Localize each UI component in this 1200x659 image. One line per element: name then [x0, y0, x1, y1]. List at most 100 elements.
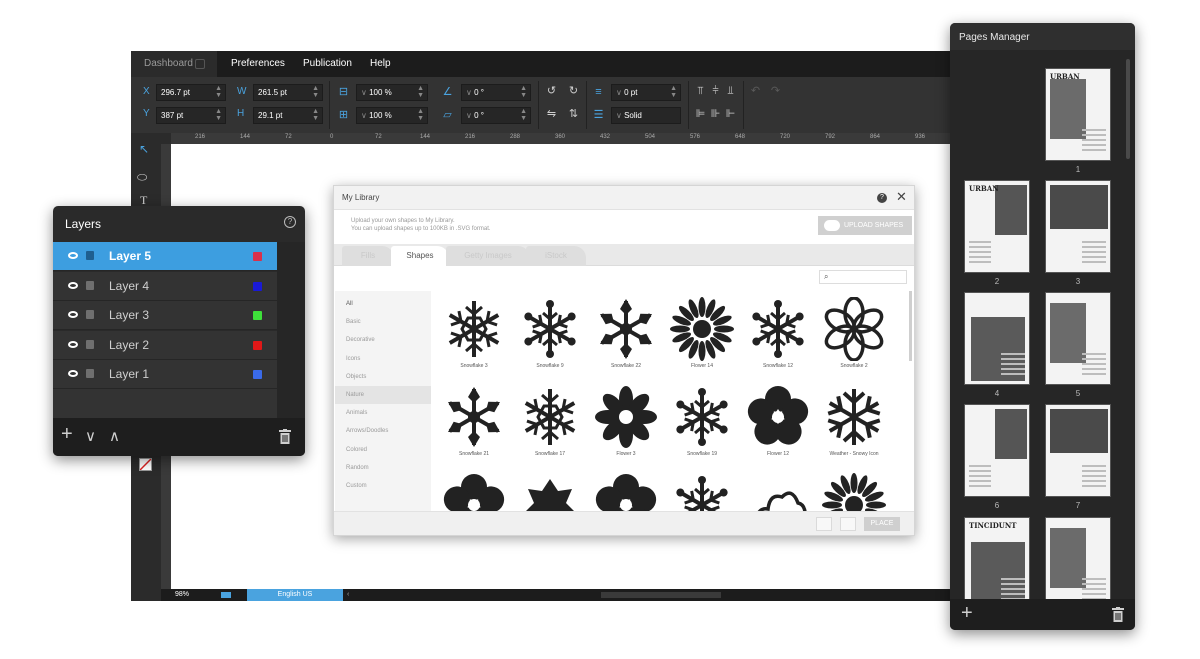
shape-tile[interactable]: Snowflake 9	[512, 293, 588, 383]
shape-tile[interactable]: Snowflake 21	[436, 381, 512, 471]
tab-fills[interactable]: Fills	[342, 246, 394, 266]
flip-horizontal-icon[interactable]: ⇋	[545, 109, 558, 120]
page-thumbnail[interactable]	[964, 404, 1030, 497]
stepper-icon[interactable]: ▲ ▼	[417, 108, 424, 122]
stepper-icon[interactable]: ▲ ▼	[312, 85, 319, 99]
align-top-icon[interactable]: ⫪	[694, 86, 707, 97]
flip-vertical-icon[interactable]: ⇅	[567, 109, 580, 120]
stepper-icon[interactable]: ▲ ▼	[312, 108, 319, 122]
layer-row[interactable]: Layer 5	[53, 242, 277, 271]
visibility-eye-icon[interactable]	[68, 281, 78, 289]
visibility-eye-icon[interactable]	[68, 252, 78, 259]
page-thumbnail[interactable]	[1045, 404, 1111, 497]
pages-scrollbar[interactable]	[1126, 59, 1130, 159]
collapse-icon[interactable]: ‹	[347, 589, 349, 601]
menu-publication[interactable]: Publication	[303, 51, 352, 77]
align-middle-icon[interactable]: ⫩	[709, 86, 722, 97]
zoom-level[interactable]: 98%	[175, 589, 189, 601]
category-item[interactable]: All	[335, 295, 431, 313]
rotate-right-icon[interactable]: ↻	[567, 86, 580, 97]
view-toggle-icon[interactable]	[840, 517, 856, 531]
move-up-icon[interactable]: ∧	[109, 427, 120, 447]
category-item[interactable]: Decorative	[335, 331, 431, 349]
lock-icon[interactable]	[86, 310, 94, 319]
category-item[interactable]: Basic	[335, 313, 431, 331]
undo-icon[interactable]: ↶	[749, 86, 762, 97]
shape-tile[interactable]	[816, 469, 892, 511]
help-icon[interactable]: ?	[877, 193, 887, 203]
upload-shapes-button[interactable]: UPLOAD SHAPES	[818, 216, 912, 235]
page-thumbnail[interactable]	[1045, 517, 1111, 610]
visibility-eye-icon[interactable]	[68, 370, 78, 377]
stepper-icon[interactable]: ▲ ▼	[520, 85, 527, 99]
shape-tile[interactable]: Flower 12	[740, 381, 816, 471]
shape-tile[interactable]	[436, 469, 512, 511]
stepper-icon[interactable]: ▲ ▼	[215, 108, 222, 122]
stepper-icon[interactable]: ▲ ▼	[670, 85, 677, 99]
lock-icon[interactable]	[86, 369, 94, 378]
stroke-width-field[interactable]: ∨ 0 pt ▲ ▼	[611, 84, 681, 101]
menu-dashboard[interactable]: Dashboard	[131, 51, 217, 77]
stepper-icon[interactable]: ▲ ▼	[417, 85, 424, 99]
category-item[interactable]: Objects	[335, 368, 431, 386]
move-down-icon[interactable]: ∨	[85, 427, 96, 447]
add-layer-icon[interactable]: +	[61, 424, 73, 444]
scale-height-field[interactable]: ∨ 100 % ▲ ▼	[356, 107, 428, 124]
shape-tile[interactable]: Snowflake 19	[664, 381, 740, 471]
shapes-scrollbar[interactable]	[909, 291, 912, 361]
redo-icon[interactable]: ↷	[769, 86, 782, 97]
search-input[interactable]: ⌕	[819, 270, 907, 284]
stepper-icon[interactable]: ▲ ▼	[520, 108, 527, 122]
shape-tool-icon[interactable]: ⬭	[137, 170, 147, 185]
layer-row[interactable]: Layer 3	[53, 301, 277, 330]
view-toggle-icon[interactable]	[816, 517, 832, 531]
shape-tile[interactable]	[588, 469, 664, 511]
add-page-icon[interactable]: +	[961, 603, 973, 623]
y-field[interactable]: 387 pt ▲ ▼	[156, 107, 226, 124]
menu-help[interactable]: Help	[370, 51, 391, 77]
skew-field[interactable]: ∨ 0 ° ▲ ▼	[461, 107, 531, 124]
layer-row[interactable]: Layer 2	[53, 330, 277, 360]
category-item[interactable]: Animals	[335, 404, 431, 422]
visibility-eye-icon[interactable]	[68, 311, 78, 318]
rotation-field[interactable]: ∨ 0 ° ▲ ▼	[461, 84, 531, 101]
shape-tile[interactable]: Snowflake 17	[512, 381, 588, 471]
menu-preferences[interactable]: Preferences	[231, 51, 285, 77]
rotate-left-icon[interactable]: ↺	[545, 86, 558, 97]
page-thumbnail[interactable]: URBAN	[1045, 68, 1111, 161]
no-fill-icon[interactable]	[139, 458, 152, 471]
category-item[interactable]: Colored	[335, 441, 431, 459]
shape-tile[interactable]	[740, 469, 816, 511]
category-item[interactable]: Arrows/Doodles	[335, 422, 431, 440]
lock-icon[interactable]	[86, 251, 94, 260]
lock-icon[interactable]	[86, 339, 94, 349]
align-bottom-icon[interactable]: ⫫	[724, 86, 737, 97]
shape-tile[interactable]	[512, 469, 588, 511]
page-thumbnail[interactable]	[1045, 292, 1111, 385]
page-thumbnail[interactable]: URBAN	[964, 180, 1030, 273]
horizontal-scrollbar[interactable]	[601, 592, 721, 598]
select-tool-icon[interactable]: ↖	[139, 142, 149, 156]
language-selector[interactable]: English US	[247, 589, 343, 601]
tab-shapes[interactable]: Shapes	[391, 246, 449, 266]
shape-tile[interactable]: Snowflake 3	[436, 293, 512, 383]
stepper-icon[interactable]: ▲ ▼	[215, 85, 222, 99]
x-field[interactable]: 296.7 pt ▲ ▼	[156, 84, 226, 101]
shape-tile[interactable]	[664, 469, 740, 511]
category-item[interactable]: Custom	[335, 477, 431, 495]
shape-tile[interactable]: Flower 3	[588, 381, 664, 471]
shape-tile[interactable]: Snowflake 12	[740, 293, 816, 383]
category-item[interactable]: Nature	[335, 386, 431, 404]
layer-row[interactable]: Layer 4	[53, 271, 277, 301]
delete-page-icon[interactable]	[1112, 607, 1124, 622]
shape-tile[interactable]: Flower 14	[664, 293, 740, 383]
align-left-icon[interactable]: ⊫	[694, 109, 707, 120]
tab-istock[interactable]: iStock	[526, 246, 586, 266]
shape-tile[interactable]: Snowflake 2	[816, 293, 892, 383]
close-icon[interactable]: ✕	[896, 190, 907, 204]
shape-tile[interactable]: Weather - Snowy Icon	[816, 381, 892, 471]
delete-layer-icon[interactable]	[279, 429, 291, 444]
tab-getty-images[interactable]: Getty Images	[446, 246, 530, 266]
scale-width-field[interactable]: ∨ 100 % ▲ ▼	[356, 84, 428, 101]
align-right-icon[interactable]: ⊩	[724, 109, 737, 120]
